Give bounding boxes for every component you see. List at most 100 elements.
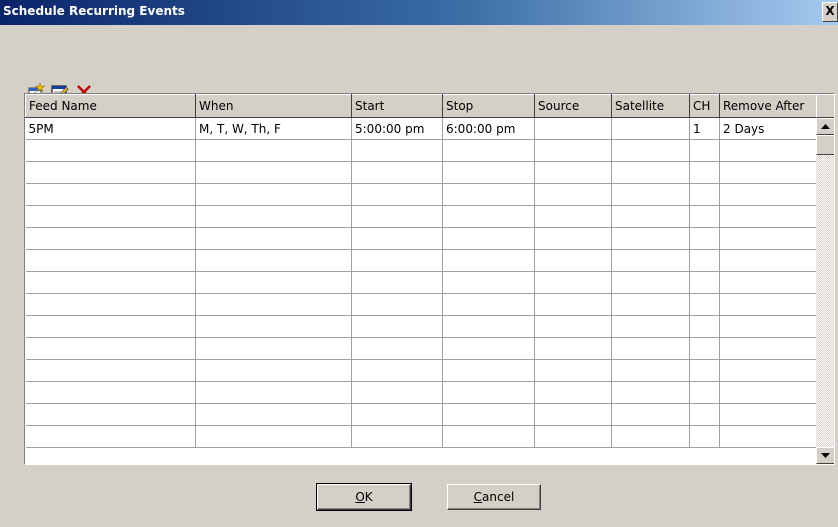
- empty-table-row[interactable]: [25, 249, 817, 272]
- empty-cell[interactable]: [611, 403, 690, 426]
- empty-cell[interactable]: [442, 315, 535, 338]
- empty-cell[interactable]: [689, 403, 720, 426]
- column-header-start[interactable]: Start: [351, 94, 443, 118]
- cell-source[interactable]: [534, 117, 612, 140]
- empty-cell[interactable]: [25, 227, 196, 250]
- empty-cell[interactable]: [534, 337, 612, 360]
- empty-table-row[interactable]: [25, 403, 817, 426]
- empty-cell[interactable]: [719, 183, 817, 206]
- empty-cell[interactable]: [719, 161, 817, 184]
- empty-table-row[interactable]: [25, 205, 817, 228]
- empty-cell[interactable]: [611, 205, 690, 228]
- empty-cell[interactable]: [719, 293, 817, 316]
- empty-table-row[interactable]: [25, 183, 817, 206]
- column-header-ch[interactable]: CH: [689, 94, 720, 118]
- empty-cell[interactable]: [195, 337, 352, 360]
- empty-cell[interactable]: [689, 271, 720, 294]
- empty-cell[interactable]: [351, 403, 443, 426]
- empty-table-row[interactable]: [25, 381, 817, 404]
- empty-cell[interactable]: [25, 381, 196, 404]
- empty-table-row[interactable]: [25, 425, 817, 448]
- empty-cell[interactable]: [689, 359, 720, 382]
- empty-cell[interactable]: [719, 403, 817, 426]
- empty-cell[interactable]: [195, 359, 352, 382]
- empty-cell[interactable]: [442, 381, 535, 404]
- empty-cell[interactable]: [25, 293, 196, 316]
- empty-cell[interactable]: [689, 249, 720, 272]
- empty-cell[interactable]: [719, 227, 817, 250]
- empty-cell[interactable]: [611, 315, 690, 338]
- empty-table-row[interactable]: [25, 315, 817, 338]
- empty-cell[interactable]: [195, 315, 352, 338]
- empty-cell[interactable]: [195, 161, 352, 184]
- empty-cell[interactable]: [534, 183, 612, 206]
- empty-cell[interactable]: [689, 337, 720, 360]
- empty-cell[interactable]: [689, 293, 720, 316]
- empty-cell[interactable]: [719, 315, 817, 338]
- empty-cell[interactable]: [195, 227, 352, 250]
- empty-cell[interactable]: [534, 315, 612, 338]
- empty-cell[interactable]: [611, 139, 690, 162]
- empty-cell[interactable]: [442, 139, 535, 162]
- empty-cell[interactable]: [719, 359, 817, 382]
- empty-cell[interactable]: [442, 337, 535, 360]
- empty-cell[interactable]: [611, 271, 690, 294]
- empty-cell[interactable]: [195, 381, 352, 404]
- empty-cell[interactable]: [351, 381, 443, 404]
- empty-cell[interactable]: [534, 249, 612, 272]
- empty-table-row[interactable]: [25, 161, 817, 184]
- empty-cell[interactable]: [689, 161, 720, 184]
- empty-cell[interactable]: [534, 425, 612, 448]
- column-header-remove-after[interactable]: Remove After: [719, 94, 817, 118]
- empty-cell[interactable]: [689, 205, 720, 228]
- empty-cell[interactable]: [195, 139, 352, 162]
- scroll-up-button[interactable]: [816, 118, 834, 135]
- empty-cell[interactable]: [25, 337, 196, 360]
- empty-cell[interactable]: [351, 293, 443, 316]
- empty-cell[interactable]: [195, 403, 352, 426]
- table-row[interactable]: 5PM M, T, W, Th, F 5:00:00 pm 6:00:00 pm…: [25, 117, 817, 140]
- empty-cell[interactable]: [534, 293, 612, 316]
- vertical-scrollbar[interactable]: [816, 118, 834, 464]
- empty-cell[interactable]: [689, 139, 720, 162]
- empty-cell[interactable]: [719, 425, 817, 448]
- empty-cell[interactable]: [351, 249, 443, 272]
- empty-cell[interactable]: [25, 161, 196, 184]
- empty-cell[interactable]: [534, 403, 612, 426]
- empty-cell[interactable]: [689, 183, 720, 206]
- empty-cell[interactable]: [351, 227, 443, 250]
- empty-cell[interactable]: [689, 227, 720, 250]
- empty-table-row[interactable]: [25, 359, 817, 382]
- empty-cell[interactable]: [611, 161, 690, 184]
- empty-cell[interactable]: [611, 425, 690, 448]
- empty-cell[interactable]: [442, 205, 535, 228]
- empty-cell[interactable]: [351, 359, 443, 382]
- empty-cell[interactable]: [689, 381, 720, 404]
- empty-cell[interactable]: [25, 183, 196, 206]
- empty-cell[interactable]: [195, 425, 352, 448]
- empty-cell[interactable]: [195, 205, 352, 228]
- column-header-when[interactable]: When: [195, 94, 352, 118]
- empty-cell[interactable]: [195, 271, 352, 294]
- empty-cell[interactable]: [719, 249, 817, 272]
- empty-table-row[interactable]: [25, 139, 817, 162]
- empty-cell[interactable]: [442, 161, 535, 184]
- empty-cell[interactable]: [25, 271, 196, 294]
- empty-cell[interactable]: [442, 271, 535, 294]
- empty-cell[interactable]: [442, 425, 535, 448]
- cell-stop[interactable]: 6:00:00 pm: [442, 117, 535, 140]
- cell-satellite[interactable]: [611, 117, 690, 140]
- column-header-source[interactable]: Source: [534, 94, 612, 118]
- empty-cell[interactable]: [442, 183, 535, 206]
- empty-cell[interactable]: [719, 271, 817, 294]
- empty-cell[interactable]: [611, 249, 690, 272]
- cancel-button[interactable]: Cancel: [447, 484, 541, 510]
- empty-cell[interactable]: [719, 337, 817, 360]
- empty-cell[interactable]: [534, 205, 612, 228]
- column-header-stop[interactable]: Stop: [442, 94, 535, 118]
- empty-cell[interactable]: [534, 359, 612, 382]
- close-button[interactable]: X: [822, 2, 838, 22]
- empty-cell[interactable]: [534, 161, 612, 184]
- empty-cell[interactable]: [195, 293, 352, 316]
- empty-cell[interactable]: [25, 403, 196, 426]
